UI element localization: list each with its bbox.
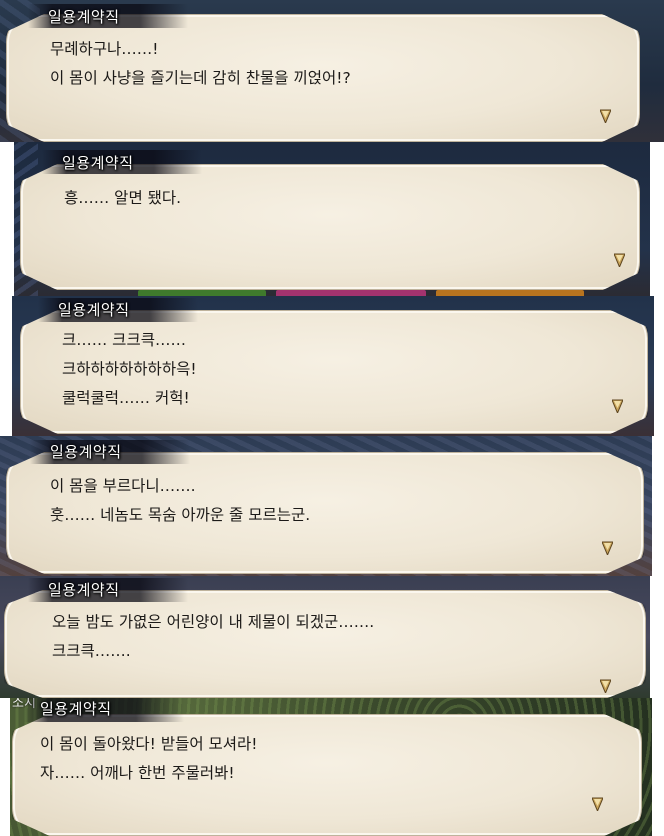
dialogue-line: 크크큭……. <box>52 642 131 660</box>
advance-cursor-icon[interactable] <box>592 796 603 811</box>
dialogue-panel-1: 일용계약직 무례하구나……! 이 몸이 사냥을 즐기는데 감히 찬물을 끼얹어!… <box>0 0 664 142</box>
dialogue-box[interactable] <box>20 164 640 290</box>
dialogue-panel-4: 일용계약직 이 몸을 부르다니……. 훗…… 네놈도 목숨 아까운 줄 모르는군… <box>0 436 652 576</box>
advance-cursor-icon[interactable] <box>614 252 625 267</box>
dialogue-text: 이 몸이 돌아왔다! 받들어 모셔라! 자…… 어깨나 한번 주물러봐! <box>40 730 258 788</box>
advance-cursor-icon[interactable] <box>600 108 611 123</box>
dialogue-line: 크하하하하하하하윽! <box>62 360 197 378</box>
dialogue-line: 쿨럭쿨럭…… 커헉! <box>62 389 190 407</box>
dialogue-text: 크…… 크크큭…… 크하하하하하하하윽! 쿨럭쿨럭…… 커헉! <box>62 326 197 413</box>
advance-cursor-icon[interactable] <box>602 540 613 555</box>
dialogue-text: 흥…… 알면 됐다. <box>64 184 181 213</box>
dialogue-line: 이 몸이 사냥을 즐기는데 감히 찬물을 끼얹어!? <box>50 69 351 87</box>
dialogue-panel-3: 일용계약직 크…… 크크큭…… 크하하하하하하하윽! 쿨럭쿨럭…… 커헉! <box>12 296 654 436</box>
dialogue-panel-2: 일용계약직 흥…… 알면 됐다. <box>14 142 650 296</box>
dialogue-text: 오늘 밤도 가엾은 어린양이 내 제물이 되겠군……. 크크큭……. <box>52 608 374 666</box>
dialogue-line: 이 몸이 돌아왔다! 받들어 모셔라! <box>40 735 258 753</box>
speaker-name: 일용계약직 <box>62 154 134 172</box>
dialogue-panel-6: 소지 일용계약직 이 몸이 돌아왔다! 받들어 모셔라! 자…… 어깨나 한번 … <box>10 698 652 836</box>
dialogue-text: 무례하구나……! 이 몸이 사냥을 즐기는데 감히 찬물을 끼얹어!? <box>50 35 351 93</box>
advance-cursor-icon[interactable] <box>600 678 611 693</box>
advance-cursor-icon[interactable] <box>612 398 623 413</box>
speaker-name: 일용계약직 <box>58 301 130 319</box>
speaker-name: 일용계약직 <box>50 443 122 461</box>
dialogue-panel-5: 일용계약직 오늘 밤도 가엾은 어린양이 내 제물이 되겠군……. 크크큭……. <box>0 576 650 698</box>
dialogue-line: 오늘 밤도 가엾은 어린양이 내 제물이 되겠군……. <box>52 613 375 631</box>
dialogue-line: 흥…… 알면 됐다. <box>64 189 182 207</box>
dialogue-line: 무례하구나……! <box>50 40 159 58</box>
speaker-name: 일용계약직 <box>40 700 112 718</box>
dialogue-line: 자…… 어깨나 한번 주물러봐! <box>40 764 235 782</box>
speaker-name: 일용계약직 <box>48 8 120 26</box>
speaker-name: 일용계약직 <box>48 581 120 599</box>
dialogue-line: 크…… 크크큭…… <box>62 331 186 349</box>
dialogue-line: 훗…… 네놈도 목숨 아까운 줄 모르는군. <box>50 506 311 524</box>
dialogue-text: 이 몸을 부르다니……. 훗…… 네놈도 목숨 아까운 줄 모르는군. <box>50 472 310 530</box>
dialogue-line: 이 몸을 부르다니……. <box>50 477 196 495</box>
